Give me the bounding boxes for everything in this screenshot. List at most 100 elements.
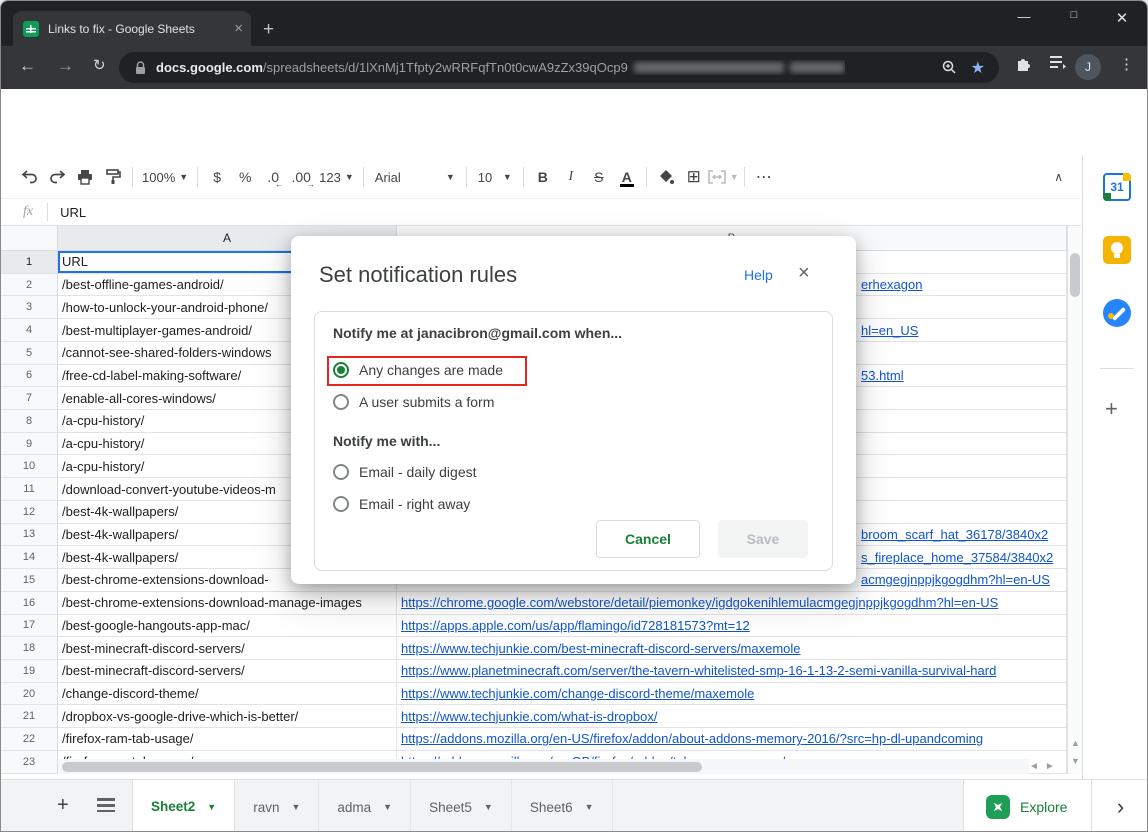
chevron-down-icon[interactable]: ▼ bbox=[585, 802, 594, 812]
scroll-left-icon[interactable]: ◄ bbox=[1029, 761, 1045, 772]
row-header-1[interactable]: 1 bbox=[1, 251, 58, 274]
notify-when-option-1[interactable]: Any changes are made bbox=[333, 354, 503, 386]
row-header-3[interactable]: 3 bbox=[1, 296, 58, 319]
formula-input[interactable]: URL bbox=[60, 205, 86, 220]
cell-link[interactable]: https://www.planetminecraft.com/server/t… bbox=[401, 663, 996, 678]
vertical-scrollbar-thumb[interactable] bbox=[1070, 253, 1080, 297]
redo-button[interactable] bbox=[43, 163, 71, 191]
row-header-15[interactable]: 15 bbox=[1, 569, 58, 592]
cell-B16[interactable]: https://chrome.google.com/webstore/detai… bbox=[397, 592, 1067, 615]
forward-button[interactable]: → bbox=[57, 56, 74, 76]
cell-B20[interactable]: https://www.techjunkie.com/change-discor… bbox=[397, 683, 1067, 706]
number-format-select[interactable]: 123▼ bbox=[315, 163, 358, 191]
print-button[interactable] bbox=[71, 163, 99, 191]
cell-A22[interactable]: /firefox-ram-tab-usage/ bbox=[58, 728, 397, 751]
chevron-down-icon[interactable]: ▼ bbox=[207, 802, 216, 812]
cell-link[interactable]: hl=en_US bbox=[861, 323, 918, 338]
row-header-19[interactable]: 19 bbox=[1, 660, 58, 683]
browser-menu-icon[interactable]: ⋮ bbox=[1119, 55, 1134, 73]
cell-A16[interactable]: /best-chrome-extensions-download-manage-… bbox=[58, 592, 397, 615]
cancel-button[interactable]: Cancel bbox=[596, 520, 700, 558]
cell-A19[interactable]: /best-minecraft-discord-servers/ bbox=[58, 660, 397, 683]
window-minimize-button[interactable]: — bbox=[1009, 9, 1039, 24]
zoom-select[interactable]: 100%▼ bbox=[138, 163, 192, 191]
cell-A21[interactable]: /dropbox-vs-google-drive-which-is-better… bbox=[58, 705, 397, 728]
horizontal-scrollbar[interactable] bbox=[58, 759, 1029, 774]
row-header-9[interactable]: 9 bbox=[1, 433, 58, 456]
new-tab-button[interactable]: + bbox=[263, 19, 274, 41]
notify-with-option-1[interactable]: Email - daily digest bbox=[333, 456, 477, 488]
row-header-21[interactable]: 21 bbox=[1, 705, 58, 728]
sheet-tab-sheet5[interactable]: Sheet5▼ bbox=[411, 780, 512, 832]
sheet-tab-adma[interactable]: adma▼ bbox=[319, 780, 411, 832]
cell-link[interactable]: broom_scarf_hat_36178/3840x2 bbox=[861, 527, 1048, 542]
tab-close-icon[interactable]: × bbox=[234, 20, 243, 37]
cell-link[interactable]: https://www.techjunkie.com/change-discor… bbox=[401, 686, 754, 701]
cell-link[interactable]: https://chrome.google.com/webstore/detai… bbox=[401, 595, 998, 610]
sheet-tab-ravn[interactable]: ravn▼ bbox=[235, 780, 319, 832]
reload-button[interactable]: ↻ bbox=[93, 56, 106, 74]
radio-icon[interactable] bbox=[333, 394, 349, 410]
increase-decimal-button[interactable]: .00→ bbox=[287, 163, 315, 191]
undo-button[interactable] bbox=[15, 163, 43, 191]
radio-icon[interactable] bbox=[333, 464, 349, 480]
media-list-icon[interactable] bbox=[1049, 55, 1067, 71]
sheet-tab-sheet6[interactable]: Sheet6▼ bbox=[512, 780, 613, 832]
paint-format-button[interactable] bbox=[99, 163, 127, 191]
row-header-23[interactable]: 23 bbox=[1, 751, 58, 774]
row-header-14[interactable]: 14 bbox=[1, 546, 58, 569]
cell-link[interactable]: https://www.techjunkie.com/best-minecraf… bbox=[401, 641, 801, 656]
collapse-toolbar-icon[interactable]: ∧ bbox=[1054, 170, 1063, 184]
fill-color-button[interactable] bbox=[652, 163, 680, 191]
zoom-page-icon[interactable] bbox=[942, 60, 957, 75]
bookmark-star-icon[interactable]: ★ bbox=[971, 58, 985, 78]
cell-A20[interactable]: /change-discord-theme/ bbox=[58, 683, 397, 706]
row-header-22[interactable]: 22 bbox=[1, 728, 58, 751]
row-header-7[interactable]: 7 bbox=[1, 387, 58, 410]
notify-with-option-2[interactable]: Email - right away bbox=[333, 488, 477, 520]
merge-cells-button[interactable]: ▼ bbox=[708, 163, 739, 191]
row-header-2[interactable]: 2 bbox=[1, 274, 58, 297]
italic-button[interactable]: I bbox=[557, 163, 585, 191]
row-header-8[interactable]: 8 bbox=[1, 410, 58, 433]
format-percent-button[interactable]: % bbox=[231, 163, 259, 191]
row-header-10[interactable]: 10 bbox=[1, 455, 58, 478]
cell-link[interactable]: acmgegjnppjkgogdhm?hl=en-US bbox=[861, 572, 1050, 587]
cell-B18[interactable]: https://www.techjunkie.com/best-minecraf… bbox=[397, 637, 1067, 660]
cell-link[interactable]: https://apps.apple.com/us/app/flamingo/i… bbox=[401, 618, 750, 633]
cell-link[interactable]: erhexagon bbox=[861, 277, 922, 292]
font-select[interactable]: Arial▼ bbox=[369, 163, 461, 191]
strikethrough-button[interactable]: S bbox=[585, 163, 613, 191]
back-button[interactable]: ← bbox=[19, 56, 36, 76]
browser-profile-avatar[interactable]: J bbox=[1075, 54, 1101, 80]
radio-icon[interactable] bbox=[333, 362, 349, 378]
row-header-11[interactable]: 11 bbox=[1, 478, 58, 501]
row-header-4[interactable]: 4 bbox=[1, 319, 58, 342]
address-bar[interactable]: docs.google.com/spreadsheets/d/1lXnMj1Tf… bbox=[119, 52, 999, 83]
row-header-18[interactable]: 18 bbox=[1, 637, 58, 660]
window-close-button[interactable]: ✕ bbox=[1107, 9, 1137, 27]
scroll-up-icon[interactable]: ▲ bbox=[1068, 738, 1083, 748]
explore-button[interactable]: Explore bbox=[963, 780, 1091, 832]
extensions-icon[interactable] bbox=[1015, 55, 1033, 73]
get-add-ons-icon[interactable]: + bbox=[1105, 396, 1118, 422]
cell-B21[interactable]: https://www.techjunkie.com/what-is-dropb… bbox=[397, 705, 1067, 728]
cell-B19[interactable]: https://www.planetminecraft.com/server/t… bbox=[397, 660, 1067, 683]
radio-icon[interactable] bbox=[333, 496, 349, 512]
vertical-scrollbar[interactable]: ▲ ▼ bbox=[1067, 226, 1082, 774]
row-header-13[interactable]: 13 bbox=[1, 524, 58, 547]
chevron-down-icon[interactable]: ▼ bbox=[383, 802, 392, 812]
text-color-button[interactable]: A bbox=[613, 163, 641, 191]
borders-button[interactable]: ⊞ bbox=[680, 163, 708, 191]
decrease-decimal-button[interactable]: .0← bbox=[259, 163, 287, 191]
cell-link[interactable]: https://www.techjunkie.com/what-is-dropb… bbox=[401, 709, 658, 724]
row-header-12[interactable]: 12 bbox=[1, 501, 58, 524]
browser-tab[interactable]: Links to fix - Google Sheets × bbox=[13, 11, 251, 46]
cell-link[interactable]: 53.html bbox=[861, 368, 904, 383]
cell-B22[interactable]: https://addons.mozilla.org/en-US/firefox… bbox=[397, 728, 1067, 751]
google-calendar-icon[interactable]: 31 bbox=[1103, 173, 1131, 201]
window-maximize-button[interactable]: □ bbox=[1059, 9, 1089, 21]
cell-A18[interactable]: /best-minecraft-discord-servers/ bbox=[58, 637, 397, 660]
row-header-17[interactable]: 17 bbox=[1, 615, 58, 638]
google-tasks-icon[interactable] bbox=[1103, 299, 1131, 327]
